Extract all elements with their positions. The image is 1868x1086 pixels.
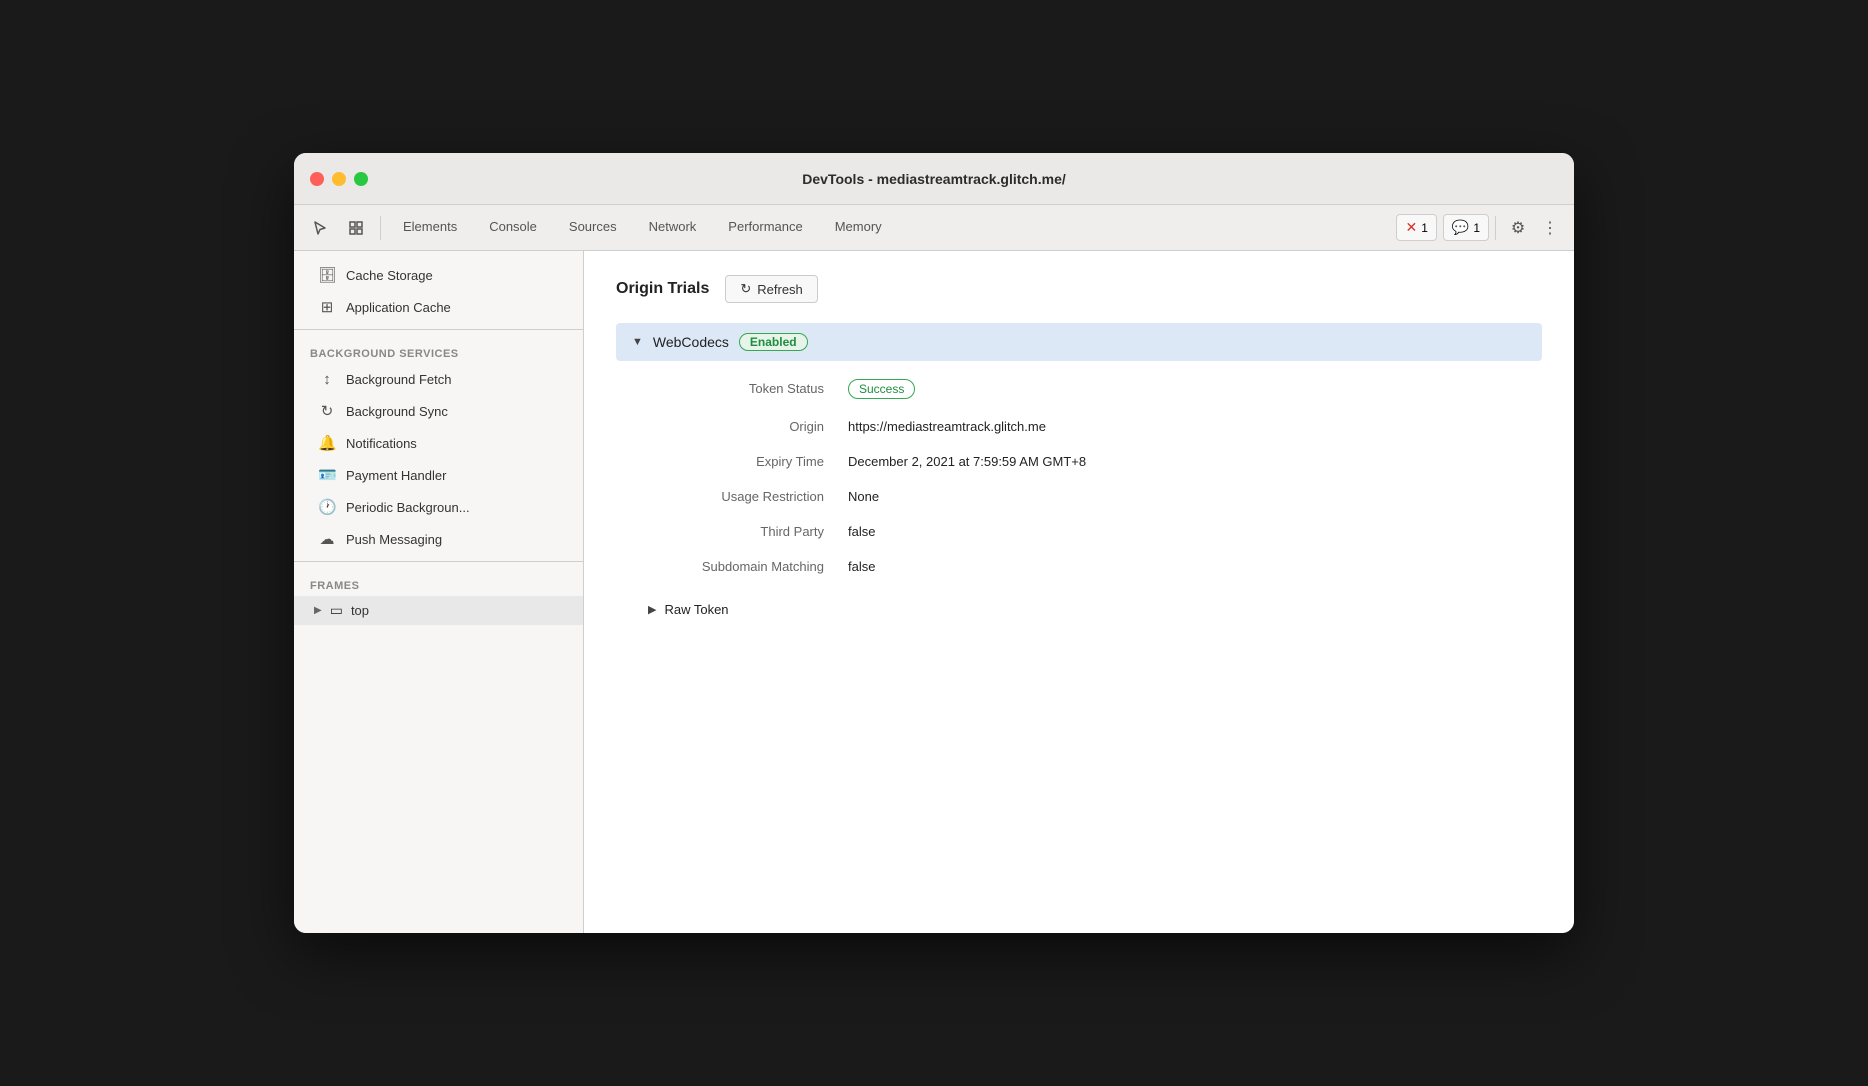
data-section: Token Status Success Origin https://medi… xyxy=(616,361,1542,592)
label-usage-restriction: Usage Restriction xyxy=(648,489,848,504)
message-count: 1 xyxy=(1473,221,1480,235)
data-row-token-status: Token Status Success xyxy=(616,369,1542,409)
sidebar-divider-1 xyxy=(294,329,583,330)
tab-console[interactable]: Console xyxy=(473,205,553,250)
data-row-expiry-time: Expiry Time December 2, 2021 at 7:59:59 … xyxy=(616,444,1542,479)
subdomain-matching-value: false xyxy=(848,559,875,574)
message-icon: 💬 xyxy=(1452,219,1469,236)
maximize-button[interactable] xyxy=(354,172,368,186)
window-title: DevTools - mediastreamtrack.glitch.me/ xyxy=(802,171,1066,187)
trial-name: WebCodecs xyxy=(653,334,729,350)
token-status-value: Success xyxy=(848,379,915,399)
raw-token-label: Raw Token xyxy=(664,602,728,617)
usage-restriction-value: None xyxy=(848,489,879,504)
panel-title: Origin Trials xyxy=(616,280,709,298)
background-services-label: Background Services xyxy=(294,336,583,364)
trial-expand-arrow: ▼ xyxy=(632,336,643,348)
error-count: 1 xyxy=(1421,221,1428,235)
sidebar: 🗄 Cache Storage ⊞ Application Cache Back… xyxy=(294,251,584,933)
minimize-button[interactable] xyxy=(332,172,346,186)
sidebar-label-cache-storage: Cache Storage xyxy=(346,268,433,283)
data-row-origin: Origin https://mediastreamtrack.glitch.m… xyxy=(616,409,1542,444)
tab-sources[interactable]: Sources xyxy=(553,205,633,250)
message-badge-button[interactable]: 💬 1 xyxy=(1443,214,1489,241)
sidebar-item-notifications[interactable]: 🔔 Notifications xyxy=(294,427,583,459)
third-party-value: false xyxy=(848,524,875,539)
panel: Origin Trials ↻ Refresh ▼ WebCodecs Enab… xyxy=(584,251,1574,933)
refresh-button[interactable]: ↻ Refresh xyxy=(725,275,817,303)
sidebar-item-background-sync[interactable]: ↻ Background Sync xyxy=(294,395,583,427)
sidebar-divider-2 xyxy=(294,561,583,562)
sidebar-label-payment-handler: Payment Handler xyxy=(346,468,446,483)
sidebar-label-periodic-background: Periodic Backgroun... xyxy=(346,500,470,515)
data-row-third-party: Third Party false xyxy=(616,514,1542,549)
settings-icon[interactable]: ⚙ xyxy=(1502,212,1534,244)
more-icon[interactable]: ⋮ xyxy=(1534,212,1566,244)
sidebar-item-application-cache[interactable]: ⊞ Application Cache xyxy=(294,291,583,323)
sidebar-item-periodic-background[interactable]: 🕐 Periodic Backgroun... xyxy=(294,491,583,523)
frame-arrow-icon: ▶ xyxy=(314,605,322,616)
cursor-icon[interactable] xyxy=(302,210,338,246)
push-messaging-icon: ☁ xyxy=(318,530,336,548)
sidebar-label-background-sync: Background Sync xyxy=(346,404,448,419)
frame-top-label: top xyxy=(351,603,369,618)
periodic-background-icon: 🕐 xyxy=(318,498,336,516)
tab-network[interactable]: Network xyxy=(633,205,713,250)
cache-storage-icon: 🗄 xyxy=(318,266,336,284)
devtools-window: DevTools - mediastreamtrack.glitch.me/ E… xyxy=(294,153,1574,933)
sidebar-item-push-messaging[interactable]: ☁ Push Messaging xyxy=(294,523,583,555)
main-content: 🗄 Cache Storage ⊞ Application Cache Back… xyxy=(294,251,1574,933)
enabled-badge: Enabled xyxy=(739,333,808,351)
frame-folder-icon: ▭ xyxy=(330,602,343,619)
label-expiry-time: Expiry Time xyxy=(648,454,848,469)
title-bar: DevTools - mediastreamtrack.glitch.me/ xyxy=(294,153,1574,205)
traffic-lights xyxy=(310,172,368,186)
sidebar-item-payment-handler[interactable]: 🪪 Payment Handler xyxy=(294,459,583,491)
sidebar-item-cache-storage[interactable]: 🗄 Cache Storage xyxy=(294,259,583,291)
background-sync-icon: ↻ xyxy=(318,402,336,420)
expiry-time-value: December 2, 2021 at 7:59:59 AM GMT+8 xyxy=(848,454,1086,469)
refresh-label: Refresh xyxy=(757,282,803,297)
label-subdomain-matching: Subdomain Matching xyxy=(648,559,848,574)
origin-value: https://mediastreamtrack.glitch.me xyxy=(848,419,1046,434)
data-row-subdomain-matching: Subdomain Matching false xyxy=(616,549,1542,584)
tab-performance[interactable]: Performance xyxy=(712,205,818,250)
label-origin: Origin xyxy=(648,419,848,434)
frames-label: Frames xyxy=(294,568,583,596)
panel-header: Origin Trials ↻ Refresh xyxy=(616,275,1542,303)
sidebar-label-notifications: Notifications xyxy=(346,436,417,451)
tab-memory[interactable]: Memory xyxy=(819,205,898,250)
label-third-party: Third Party xyxy=(648,524,848,539)
tab-bar: Elements Console Sources Network Perform… xyxy=(294,205,1574,251)
sidebar-label-background-fetch: Background Fetch xyxy=(346,372,452,387)
tab-elements[interactable]: Elements xyxy=(387,205,473,250)
sidebar-item-background-fetch[interactable]: ↕ Background Fetch xyxy=(294,364,583,395)
error-icon: ✕ xyxy=(1405,219,1417,236)
raw-token-row[interactable]: ▶ Raw Token xyxy=(616,592,1542,627)
data-row-usage-restriction: Usage Restriction None xyxy=(616,479,1542,514)
close-button[interactable] xyxy=(310,172,324,186)
notifications-icon: 🔔 xyxy=(318,434,336,452)
application-cache-icon: ⊞ xyxy=(318,298,336,316)
payment-handler-icon: 🪪 xyxy=(318,466,336,484)
trial-row[interactable]: ▼ WebCodecs Enabled xyxy=(616,323,1542,361)
sidebar-label-application-cache: Application Cache xyxy=(346,300,451,315)
label-token-status: Token Status xyxy=(648,381,848,396)
refresh-icon: ↻ xyxy=(740,281,751,297)
badge-group: ✕ 1 💬 1 xyxy=(1396,214,1489,241)
error-badge-button[interactable]: ✕ 1 xyxy=(1396,214,1436,241)
raw-token-arrow-icon: ▶ xyxy=(648,603,656,616)
tab-divider xyxy=(380,216,381,240)
inspect-icon[interactable] xyxy=(338,210,374,246)
tab-divider-2 xyxy=(1495,216,1496,240)
background-fetch-icon: ↕ xyxy=(318,371,336,388)
sidebar-frame-top[interactable]: ▶ ▭ top xyxy=(294,596,583,625)
sidebar-label-push-messaging: Push Messaging xyxy=(346,532,442,547)
